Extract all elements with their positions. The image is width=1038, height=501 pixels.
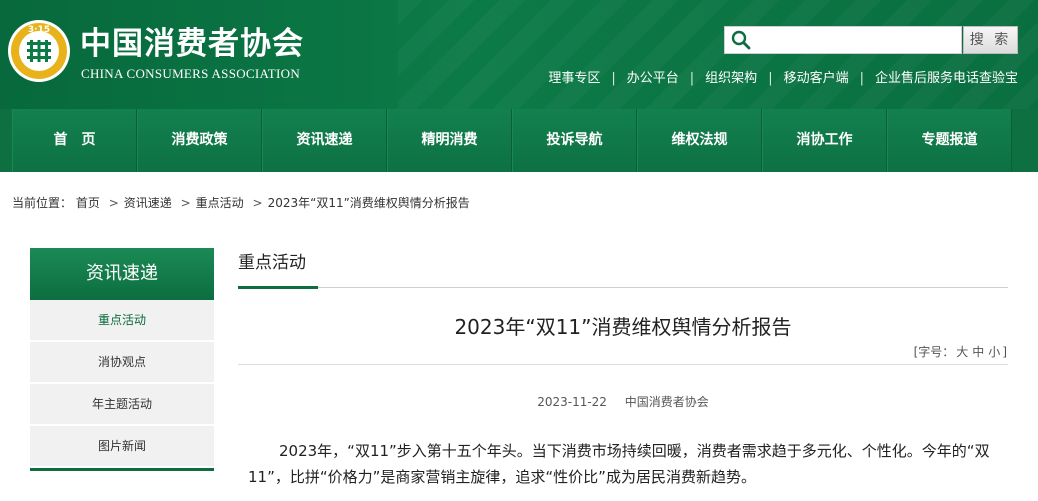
search-icon <box>731 30 751 50</box>
title-divider <box>238 364 1008 365</box>
nav-item-rights-law[interactable]: 维权法规 <box>637 109 762 172</box>
font-size-switcher: [字号：大中小] <box>914 343 1007 360</box>
breadcrumb-arrow: > <box>108 196 119 210</box>
article-title: 2023年“双11”消费维权舆情分析报告 <box>454 315 792 339</box>
article-paragraph: 2023年，“双11”步入第十五个年头。当下消费市场持续回暖，消费者需求趋于多元… <box>248 442 990 486</box>
svg-text:3·15: 3·15 <box>28 25 50 35</box>
font-size-large[interactable]: 大 <box>956 345 968 359</box>
site-header: 3·15 中国消费者协会 CHINA CONSUMERS ASSOCIATION… <box>0 0 1038 109</box>
nav-item-home[interactable]: 首 页 <box>12 109 137 172</box>
sidebar-item-association-views[interactable]: 消协观点 <box>30 342 214 384</box>
top-link-separator: | <box>768 71 773 86</box>
breadcrumb-prefix: 当前位置： <box>12 196 73 210</box>
font-size-suffix: ] <box>1002 345 1007 359</box>
top-link-separator: | <box>611 71 616 86</box>
top-link-separator: | <box>859 71 864 86</box>
top-link-separator: | <box>689 71 695 86</box>
font-size-medium[interactable]: 中 <box>972 345 984 359</box>
breadcrumb-arrow: > <box>252 196 263 210</box>
article-source: 中国消费者协会 <box>624 395 709 409</box>
sidebar-title: 资讯速递 <box>30 248 214 300</box>
search-button[interactable]: 搜 索 <box>963 26 1018 54</box>
breadcrumb-news[interactable]: 资讯速递 <box>124 196 172 210</box>
nav-item-consumer-policy[interactable]: 消费政策 <box>137 109 262 172</box>
sidebar-bottom-border <box>30 468 214 471</box>
section-header: 重点活动 <box>238 248 1008 289</box>
nav-item-news[interactable]: 资讯速递 <box>262 109 387 172</box>
cca-315-emblem-icon[interactable]: 3·15 <box>6 18 72 84</box>
top-link-organization[interactable]: 组织架构 <box>705 71 757 86</box>
main-nav: 首 页 消费政策 资讯速递 精明消费 投诉导航 维权法规 消协工作 专题报道 <box>0 109 1038 172</box>
top-link-service-phone-check[interactable]: 企业售后服务电话查验宝 <box>875 71 1018 86</box>
sidebar-item-annual-theme[interactable]: 年主题活动 <box>30 384 214 426</box>
nav-item-complaint-guide[interactable]: 投诉导航 <box>512 109 637 172</box>
top-link-office[interactable]: 办公平台 <box>627 71 679 86</box>
sidebar-menu: 重点活动 消协观点 年主题活动 图片新闻 <box>30 300 214 468</box>
breadcrumb-current: 2023年“双11”消费维权舆情分析报告 <box>267 196 470 210</box>
sidebar: 资讯速递 重点活动 消协观点 年主题活动 图片新闻 <box>30 248 214 471</box>
article-date: 2023-11-22 <box>537 395 607 409</box>
nav-item-special-reports[interactable]: 专题报道 <box>887 109 1012 172</box>
search-input[interactable] <box>755 29 955 51</box>
section-underline <box>238 286 318 289</box>
article-meta: 2023-11-22 中国消费者协会 <box>238 393 1008 410</box>
breadcrumb-arrow: > <box>180 196 191 210</box>
org-name-en: CHINA CONSUMERS ASSOCIATION <box>81 66 301 81</box>
header-background-pattern <box>398 0 1038 109</box>
breadcrumb: 当前位置： 首页 > 资讯速递 > 重点活动 >2023年“双11”消费维权舆情分析… <box>12 194 470 211</box>
top-link-council[interactable]: 理事专区 <box>548 71 600 86</box>
top-links: 理事专区 | 办公平台 | 组织架构 | 移动客户端 | 企业售后服务电话查验宝 <box>548 67 1018 86</box>
nav-item-association-work[interactable]: 消协工作 <box>762 109 887 172</box>
main-content: 重点活动 <box>238 248 1008 289</box>
section-title: 重点活动 <box>238 253 306 273</box>
org-name-cn: 中国消费者协会 <box>80 26 304 62</box>
sidebar-item-photo-news[interactable]: 图片新闻 <box>30 426 214 468</box>
search-box <box>724 26 962 54</box>
breadcrumb-home[interactable]: 首页 <box>76 196 100 210</box>
font-size-small[interactable]: 小 <box>988 345 1000 359</box>
breadcrumb-key-activities[interactable]: 重点活动 <box>196 196 244 210</box>
top-link-mobile[interactable]: 移动客户端 <box>784 71 849 86</box>
nav-item-smart-consumption[interactable]: 精明消费 <box>387 109 512 172</box>
font-size-prefix: [字号： <box>913 345 955 359</box>
sidebar-item-key-activities[interactable]: 重点活动 <box>30 300 214 342</box>
